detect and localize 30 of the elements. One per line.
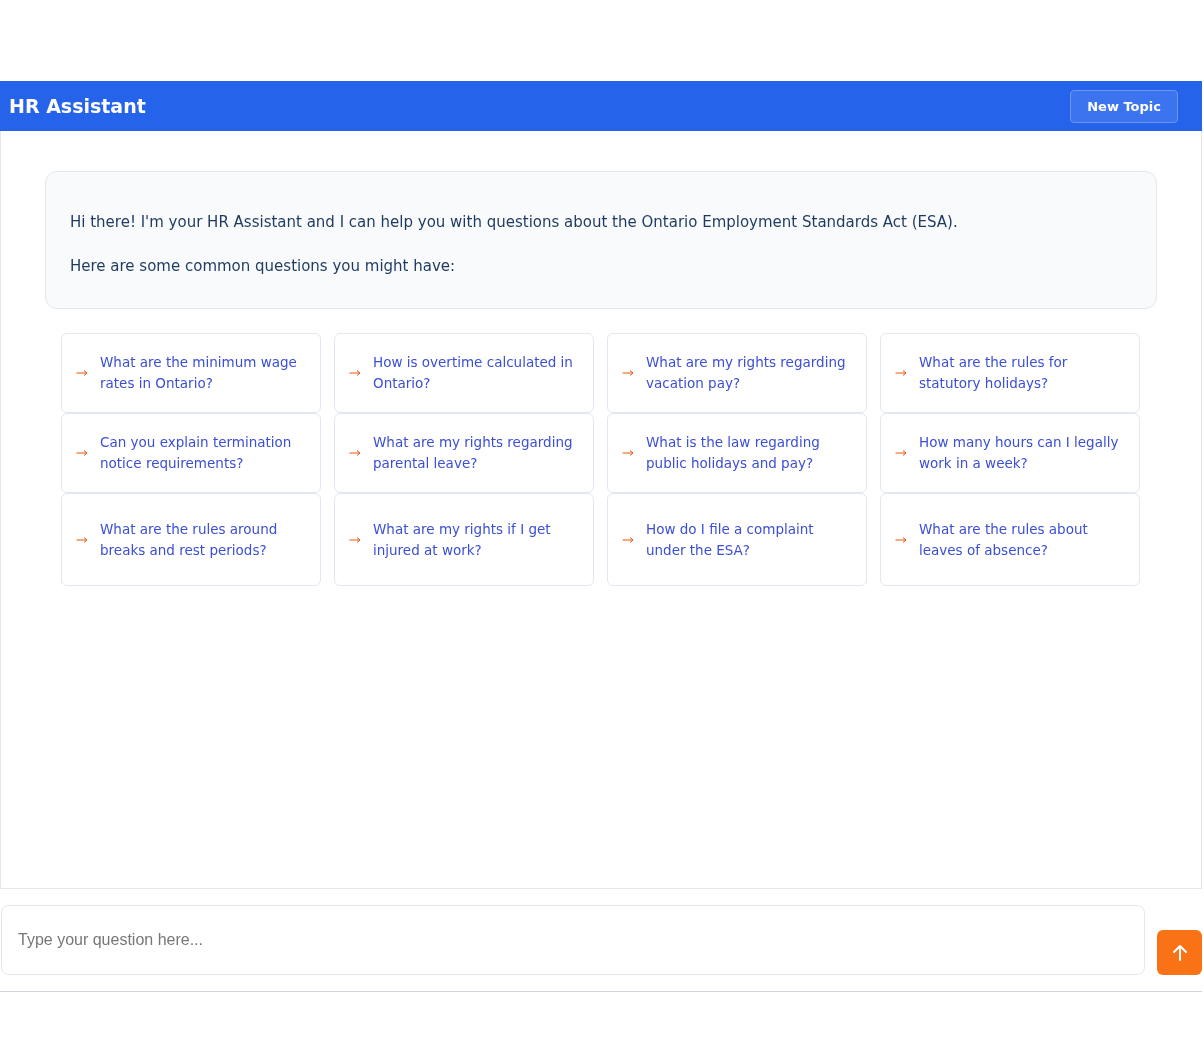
right-arrow-icon: [76, 369, 88, 377]
suggested-question[interactable]: What are the rules around breaks and rest periods?: [61, 493, 321, 586]
right-arrow-icon: [349, 535, 361, 544]
right-arrow-icon: [76, 449, 88, 457]
right-arrow-icon: [895, 369, 907, 377]
right-arrow-icon: [622, 369, 634, 377]
suggested-question[interactable]: How do I file a complaint under the ESA?: [607, 493, 867, 586]
suggested-question[interactable]: What are my rights regarding parental leave?: [334, 413, 594, 493]
question-input[interactable]: Type your question here...: [1, 905, 1145, 975]
new-topic-button[interactable]: New Topic: [1070, 89, 1178, 123]
suggested-question[interactable]: What are my rights regarding vacation pay?: [607, 333, 867, 413]
right-arrow-icon: [622, 535, 634, 544]
suggested-question[interactable]: What is the law regarding public holidays and pay?: [607, 413, 867, 493]
right-arrow-icon: [349, 369, 361, 377]
suggested-question[interactable]: What are the minimum wage rates in Ontario?: [61, 333, 321, 413]
right-arrow-icon: [76, 535, 88, 544]
send-button[interactable]: [1157, 930, 1202, 975]
suggested-question[interactable]: Can you explain termination notice requirements?: [61, 413, 321, 493]
suggested-question[interactable]: What are the rules about leaves of absence?: [880, 493, 1140, 586]
welcome-text: Here are some common questions you might have:: [70, 256, 457, 276]
right-arrow-icon: [895, 535, 907, 544]
right-arrow-icon: [895, 449, 907, 457]
welcome-text: Hi there! I'm your HR Assistant and I can help you with questions about the Ontario Employment Standards Act (ESA).: [70, 212, 959, 232]
right-arrow-icon: [622, 449, 634, 457]
right-arrow-icon: [349, 449, 361, 457]
app-title: HR Assistant: [9, 95, 146, 117]
suggested-question[interactable]: How is overtime calculated in Ontario?: [334, 333, 594, 413]
suggested-question[interactable]: How many hours can I legally work in a week?: [880, 413, 1140, 493]
suggested-question[interactable]: What are my rights if I get injured at work?: [334, 493, 594, 586]
suggested-question[interactable]: What are the rules for statutory holidays?: [880, 333, 1140, 413]
